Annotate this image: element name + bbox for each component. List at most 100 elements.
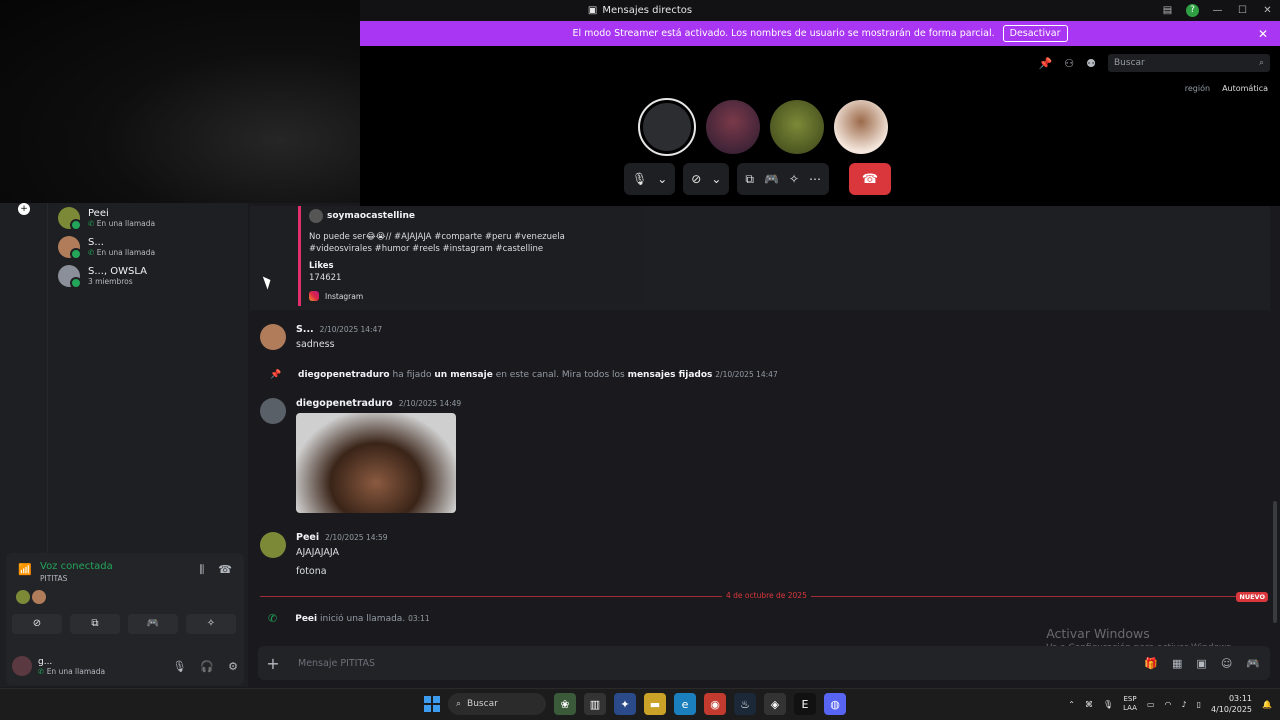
system-tray: ⌃ ⌘ 🎙 ESP LAA ▭ ◠ ♪ ▯ 03:11 4/10/2025 🔔 <box>1068 693 1272 715</box>
avatar <box>16 590 30 604</box>
activity-icon[interactable]: 🎮 <box>128 614 178 634</box>
embed-author[interactable]: soymaocastelline <box>309 209 636 223</box>
copilot-icon[interactable]: ✦ <box>614 693 636 715</box>
participant-avatar[interactable] <box>706 100 760 154</box>
battery-icon[interactable]: ▯ <box>1197 700 1201 709</box>
screen-share-icon[interactable]: ⧉ <box>70 614 120 634</box>
voice-channel[interactable]: PITITAS <box>40 574 67 583</box>
message-composer: + 🎁 ▦ ▣ ☺ 🎮 <box>258 646 1270 680</box>
maximize-button[interactable]: ☐ <box>1230 5 1255 16</box>
deactivate-button[interactable]: Desactivar <box>1002 25 1068 42</box>
timestamp: 2/10/2025 14:59 <box>325 533 388 542</box>
help-icon[interactable]: ? <box>1186 4 1199 17</box>
soundboard-icon[interactable]: ✧ <box>186 614 236 634</box>
dm-item[interactable]: S..., OWSLA 3 miembros <box>56 261 246 290</box>
gift-icon[interactable]: 🎁 <box>1144 657 1158 670</box>
close-icon[interactable]: ✕ <box>1258 27 1268 41</box>
widget-icon[interactable]: ❀ <box>554 693 576 715</box>
network-icon[interactable]: ⌘ <box>1085 700 1093 709</box>
scrollbar[interactable] <box>1273 501 1277 623</box>
message: diegopenetraduro 2/10/2025 14:49 <box>260 398 461 513</box>
clock[interactable]: 03:11 4/10/2025 <box>1211 693 1252 715</box>
message-text: AJAJAJAJA <box>296 547 340 558</box>
activity-icon[interactable]: 🎮 <box>764 172 779 186</box>
hangup-button[interactable]: ☎ <box>849 163 892 195</box>
participant-avatar[interactable] <box>638 98 696 156</box>
discord-icon: ▣ <box>587 5 598 16</box>
avatar[interactable] <box>260 532 286 558</box>
call-area: 📌 ⚇ ⚉ Buscar ⌕ región Automática 🎙 ⌄ ⊘ ⌄… <box>360 46 1280 206</box>
gear-icon[interactable]: ⚙ <box>228 660 238 673</box>
pinned-message-link[interactable]: un mensaje <box>434 370 492 380</box>
screen-share-icon[interactable]: ⧉ <box>745 172 754 187</box>
message-author[interactable]: S... <box>296 324 314 335</box>
edge-icon[interactable]: e <box>674 693 696 715</box>
steam-icon[interactable]: ♨ <box>734 693 756 715</box>
chrome-icon[interactable]: ◉ <box>704 693 726 715</box>
chevron-up-icon[interactable]: ⌃ <box>1068 700 1075 709</box>
microphone-icon[interactable]: 🎙 <box>632 172 647 186</box>
region-selector[interactable]: región Automática <box>1185 84 1268 93</box>
pinned-messages-link[interactable]: mensajes fijados <box>628 370 713 380</box>
phone-icon: ✆ <box>88 247 95 257</box>
emoji-icon[interactable]: ☺ <box>1221 657 1232 670</box>
close-window-button[interactable]: ✕ <box>1255 5 1280 16</box>
epic-games-icon[interactable]: E <box>794 693 816 715</box>
pin-icon[interactable]: 📌 <box>1039 57 1053 70</box>
camera-off-icon[interactable]: ⊘ <box>12 614 62 634</box>
language-indicator[interactable]: ESP LAA <box>1123 695 1137 713</box>
timestamp: 2/10/2025 14:47 <box>319 325 383 334</box>
start-button[interactable] <box>424 696 440 712</box>
inbox-icon[interactable]: ▤ <box>1155 5 1180 16</box>
server-rail: + <box>0 203 48 553</box>
chevron-down-icon[interactable]: ⌄ <box>657 172 667 186</box>
display-icon[interactable]: ▭ <box>1147 700 1155 709</box>
minimize-button[interactable]: — <box>1205 5 1230 16</box>
add-member-icon[interactable]: ⚇ <box>1064 57 1074 70</box>
message-author[interactable]: diegopenetraduro <box>296 398 393 409</box>
message: S... 2/10/2025 14:47 sadness <box>260 324 382 350</box>
soundboard-icon[interactable]: ✧ <box>789 172 799 186</box>
participant-avatar[interactable] <box>770 100 824 154</box>
camera-control[interactable]: ⊘ ⌄ <box>683 163 730 195</box>
add-attachment-icon[interactable]: + <box>258 654 288 673</box>
message-author[interactable]: Peei <box>296 532 319 543</box>
embed-field-name: Likes <box>309 261 334 271</box>
avatar[interactable] <box>260 398 286 424</box>
members-icon[interactable]: ⚉ <box>1086 57 1096 70</box>
embed-field-value: 174621 <box>309 273 342 283</box>
add-server-icon[interactable]: + <box>18 203 30 215</box>
gif-icon[interactable]: ▦ <box>1172 657 1182 670</box>
file-explorer-icon[interactable]: ▬ <box>644 693 666 715</box>
voice-status[interactable]: Voz conectada <box>40 561 113 572</box>
mic-control[interactable]: 🎙 ⌄ <box>624 163 676 195</box>
chevron-down-icon[interactable]: ⌄ <box>711 172 721 186</box>
headphones-icon[interactable]: 🎧 <box>200 660 214 673</box>
app-icon[interactable]: ◈ <box>764 693 786 715</box>
discord-icon[interactable]: ◍ <box>824 693 846 715</box>
apps-icon[interactable]: 🎮 <box>1246 657 1260 670</box>
task-view-icon[interactable]: ▥ <box>584 693 606 715</box>
volume-icon[interactable]: ♪ <box>1181 700 1186 709</box>
search-input[interactable]: Buscar ⌕ <box>1108 54 1270 72</box>
microphone-icon[interactable]: 🎙 <box>1103 700 1113 709</box>
instagram-embed[interactable]: soymaocastelline No puede ser😂😭// #AJAJA… <box>298 206 644 306</box>
wifi-icon[interactable]: ◠ <box>1165 700 1172 709</box>
avatar[interactable] <box>260 324 286 350</box>
image-attachment[interactable] <box>296 413 456 513</box>
more-icon[interactable]: ⋯ <box>809 172 821 186</box>
sticker-icon[interactable]: ▣ <box>1196 657 1206 670</box>
participant-avatar[interactable] <box>834 100 888 154</box>
disconnect-icon[interactable]: ☎ <box>218 563 232 577</box>
camera-off-icon[interactable]: ⊘ <box>691 172 701 186</box>
microphone-icon[interactable]: 🎙 <box>172 660 186 673</box>
noise-suppression-icon[interactable]: ⫼ <box>199 563 204 577</box>
taskbar-search[interactable]: ⌕ Buscar <box>448 693 546 715</box>
dm-item[interactable]: Peei ✆ En una llamada <box>56 203 246 232</box>
chat-area: soymaocastelline No puede ser😂😭// #AJAJA… <box>250 206 1280 686</box>
avatar[interactable] <box>12 656 32 676</box>
message-input[interactable] <box>298 657 998 669</box>
notification-bell-icon[interactable]: 🔔 <box>1262 700 1272 709</box>
embed-text: No puede ser😂😭// #AJAJAJA #comparte #per… <box>309 232 565 254</box>
dm-item[interactable]: S... ✆ En una llamada <box>56 232 246 261</box>
